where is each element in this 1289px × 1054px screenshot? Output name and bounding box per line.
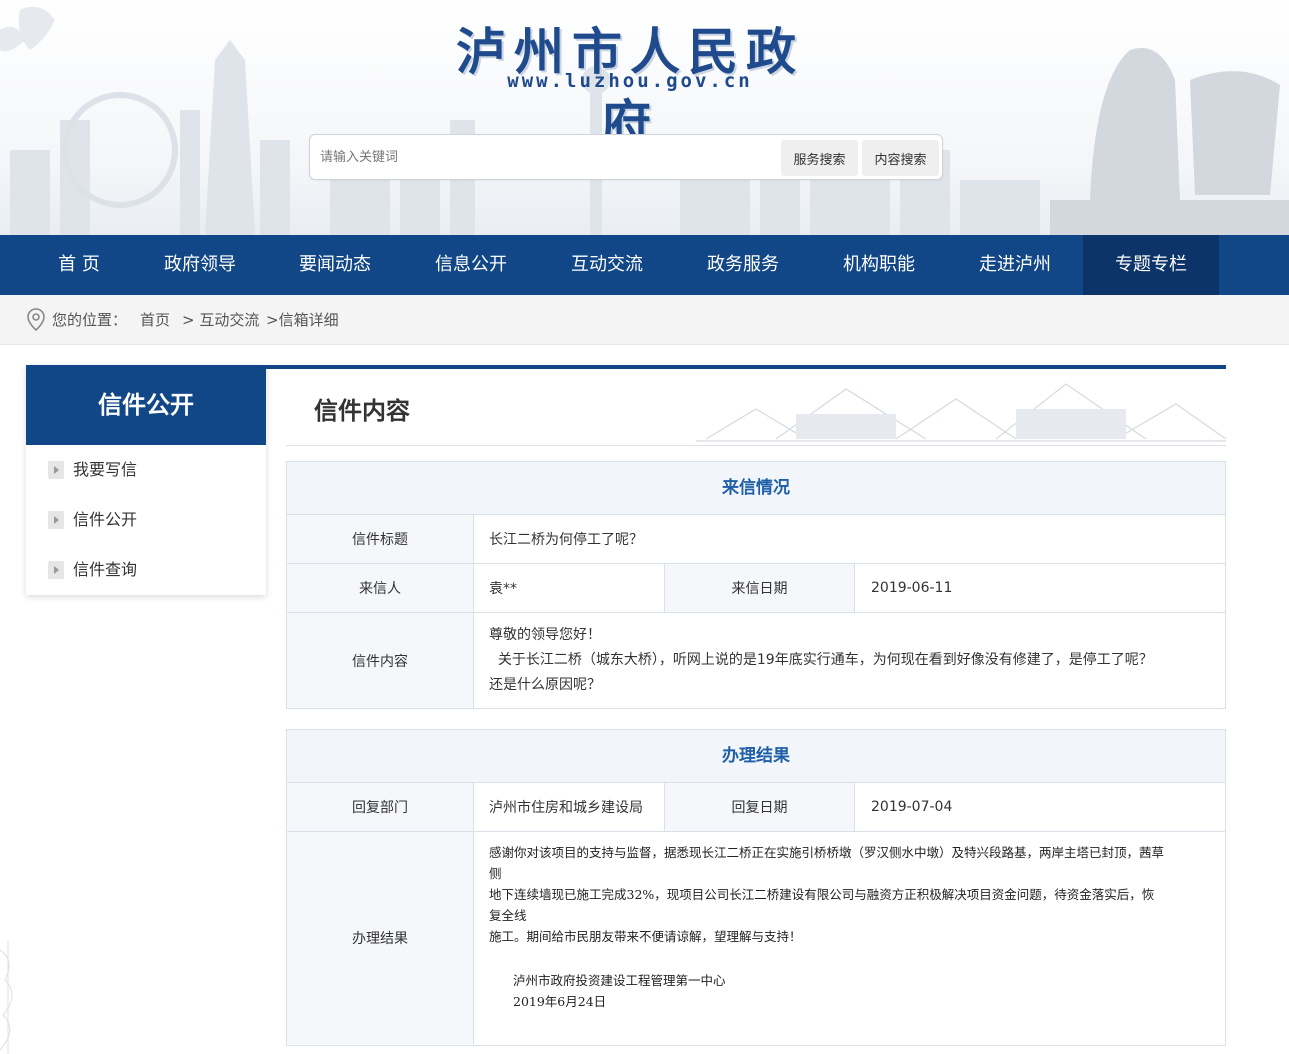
service-search-button[interactable]: 服务搜索 — [781, 140, 858, 176]
reply-signature: 泸州市政府投资建设工程管理第一中心 — [513, 973, 726, 988]
content-label: 信件内容 — [287, 613, 474, 708]
reply-content-line: 感谢你对该项目的支持与监督，据悉现长江二桥正在实施引桥桥墩（罗汉侧水中墩）及特兴… — [489, 845, 1165, 881]
breadcrumb-current: >信箱详细 — [266, 311, 339, 329]
result-label: 办理结果 — [287, 832, 474, 1044]
letter-content-line: 还是什么原因呢？ — [489, 677, 601, 693]
site-header: 泸州市人民政府 www.luzhou.gov.cn 服务搜索 内容搜索 — [0, 0, 1289, 235]
nav-government-leaders[interactable]: 政府领导 — [138, 235, 262, 295]
sidebar-item-label: 信件公开 — [73, 510, 138, 529]
breadcrumb-prefix: 您的位置： — [52, 311, 128, 329]
reply-date-value: 2019-07-04 — [871, 799, 953, 815]
arrow-right-icon — [48, 511, 64, 529]
reply-content-line: 地下连续墙现已施工完成32%，现项目公司长江二桥建设有限公司与融资方正积极解决项… — [489, 887, 1155, 923]
sender-value: 袁** — [489, 581, 517, 597]
letter-content-row: 信件内容 尊敬的领导您好！ 关于长江二桥（城东大桥），听网上说的是19年底实行通… — [287, 613, 1225, 708]
letter-content-line: 关于长江二桥（城东大桥），听网上说的是19年底实行通车，为何现在看到好像没有修建… — [489, 652, 1153, 668]
site-url: www.luzhou.gov.cn — [507, 70, 753, 92]
breadcrumb: 您的位置： 首页 > 互动交流 >信箱详细 — [0, 295, 1289, 345]
sidebar-item-label: 我要写信 — [73, 460, 138, 479]
nav-special-topics[interactable]: 专题专栏 — [1083, 235, 1219, 295]
nav-about-luzhou[interactable]: 走进泸州 — [950, 235, 1080, 295]
reply-content: 感谢你对该项目的支持与监督，据悉现长江二桥正在实施引桥桥墩（罗汉侧水中墩）及特兴… — [489, 842, 1165, 947]
sidebar-item-letter-query[interactable]: 信件查询 — [26, 545, 266, 595]
sidebar-item-public-letters[interactable]: 信件公开 — [26, 495, 266, 545]
location-pin-icon — [27, 308, 45, 332]
letter-content-line: 尊敬的领导您好！ — [489, 627, 601, 643]
reply-result-row: 办理结果 感谢你对该项目的支持与监督，据悉现长江二桥正在实施引桥桥墩（罗汉侧水中… — [287, 832, 1225, 1044]
search-input[interactable] — [320, 143, 780, 171]
arrow-right-icon — [48, 461, 64, 479]
reply-content-line: 施工。期间给市民朋友带来不便请谅解，望理解与支持！ — [489, 929, 802, 944]
sidebar-item-label: 信件查询 — [73, 560, 138, 579]
reply-signature-date: 2019年6月24日 — [513, 994, 607, 1009]
letter-info-card: 来信情况 信件标题 长江二桥为何停工了呢？ 来信人 袁** 来信日期 2019-… — [286, 461, 1226, 709]
letter-subject-row: 信件标题 长江二桥为何停工了呢？ — [287, 515, 1225, 564]
main-nav: 首 页 政府领导 要闻动态 信息公开 互动交流 政务服务 机构职能 走进泸州 专… — [0, 235, 1289, 295]
ancient-town-illustration — [696, 383, 1226, 442]
sidebar-title: 信件公开 — [26, 365, 266, 445]
breadcrumb-home[interactable]: 首页 — [140, 295, 170, 345]
decorative-pattern — [0, 940, 13, 1054]
sidebar-item-write-letter[interactable]: 我要写信 — [26, 445, 266, 495]
nav-interaction[interactable]: 互动交流 — [542, 235, 672, 295]
section-title-letter: 来信情况 — [287, 462, 1225, 515]
reply-result-card: 办理结果 回复部门 泸州市住房和城乡建设局 回复日期 2019-07-04 办理… — [286, 729, 1226, 1046]
nav-institutions[interactable]: 机构职能 — [814, 235, 944, 295]
nav-government-services[interactable]: 政务服务 — [678, 235, 808, 295]
reply-dept-row: 回复部门 泸州市住房和城乡建设局 回复日期 2019-07-04 — [287, 783, 1225, 832]
reply-date-label: 回复日期 — [664, 783, 855, 831]
section-title-reply: 办理结果 — [287, 730, 1225, 783]
search-bar: 服务搜索 内容搜索 — [309, 134, 943, 180]
nav-home[interactable]: 首 页 — [20, 235, 138, 295]
sender-label: 来信人 — [287, 564, 474, 612]
letter-sender-row: 来信人 袁** 来信日期 2019-06-11 — [287, 564, 1225, 613]
reply-dept-label: 回复部门 — [287, 783, 474, 831]
page-title: 信件内容 — [314, 397, 410, 425]
letter-date-label: 来信日期 — [664, 564, 855, 612]
subject-label: 信件标题 — [287, 515, 474, 563]
letter-date-value: 2019-06-11 — [871, 580, 953, 596]
nav-info-disclosure[interactable]: 信息公开 — [406, 235, 536, 295]
reply-dept-value: 泸州市住房和城乡建设局 — [489, 800, 643, 816]
arrow-right-icon — [48, 561, 64, 579]
content-search-button[interactable]: 内容搜索 — [862, 140, 939, 176]
breadcrumb-interaction[interactable]: > 互动交流 — [182, 295, 259, 345]
nav-news[interactable]: 要闻动态 — [270, 235, 400, 295]
main-header: 信件内容 — [286, 369, 1226, 446]
sidebar: 信件公开 我要写信 信件公开 信件查询 — [26, 365, 266, 595]
letter-content: 尊敬的领导您好！ 关于长江二桥（城东大桥），听网上说的是19年底实行通车，为何现… — [489, 623, 1165, 698]
subject-value: 长江二桥为何停工了呢？ — [489, 532, 643, 548]
